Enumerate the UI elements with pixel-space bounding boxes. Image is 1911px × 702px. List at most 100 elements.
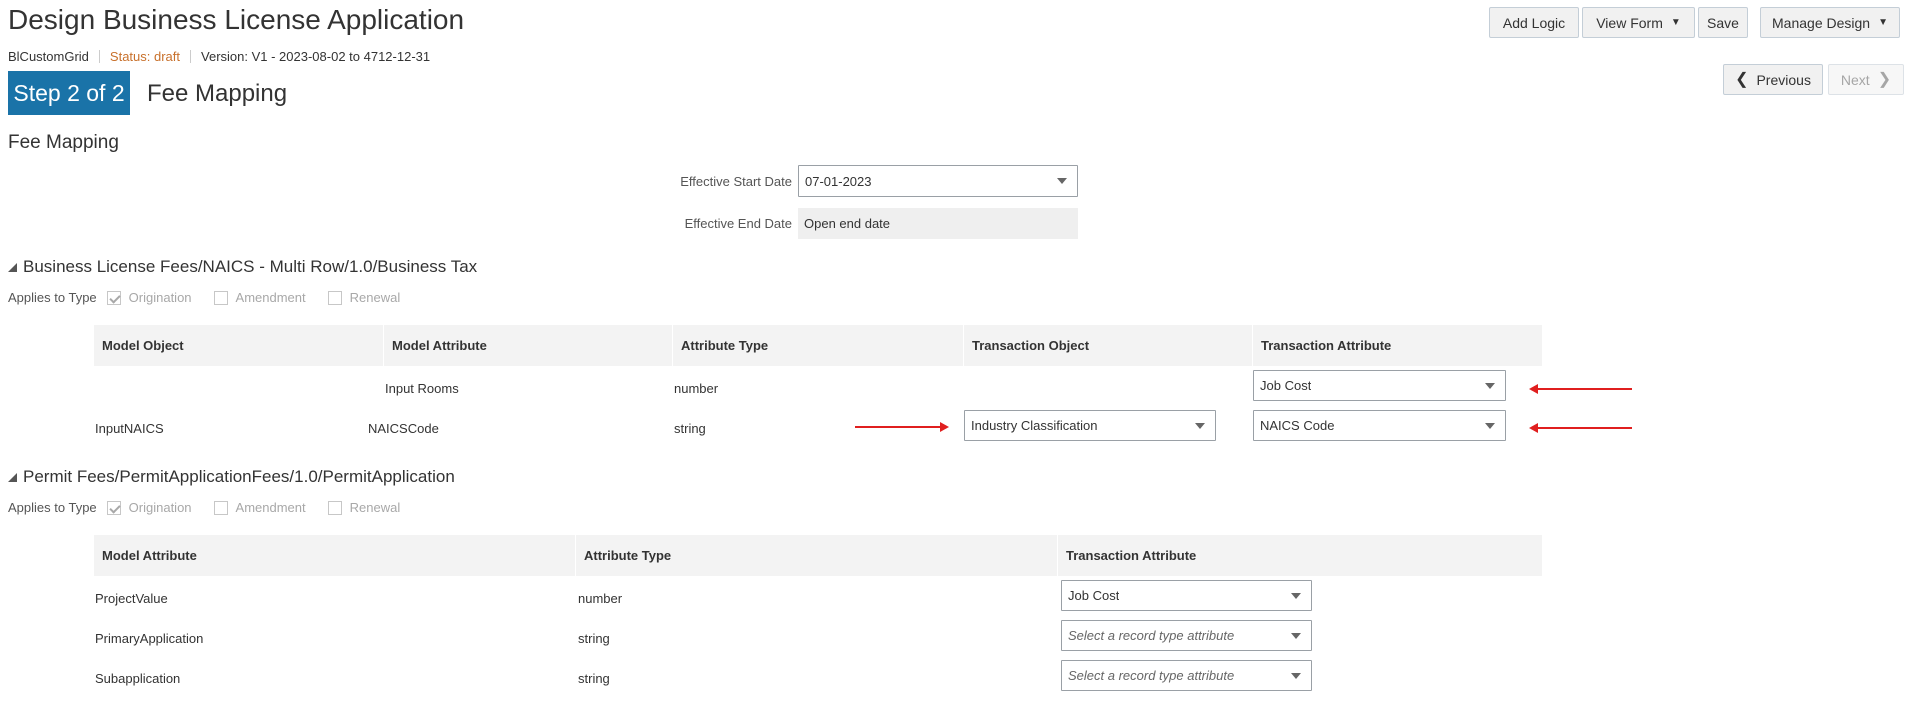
collapse-triangle-icon[interactable] bbox=[8, 472, 17, 482]
caret-down-icon bbox=[1291, 593, 1301, 599]
checkbox-icon bbox=[213, 290, 228, 305]
checkbox-checked-icon bbox=[106, 290, 121, 305]
applies-to-type-label: Applies to Type bbox=[8, 500, 97, 515]
save-button[interactable]: Save bbox=[1698, 7, 1748, 38]
transaction-attribute-select[interactable]: Select a record type attribute bbox=[1061, 620, 1312, 651]
checkbox-label: Renewal bbox=[349, 290, 401, 305]
view-form-label: View Form bbox=[1596, 14, 1663, 31]
checkbox-icon bbox=[213, 500, 228, 515]
checkbox-checked-icon bbox=[106, 500, 121, 515]
save-label: Save bbox=[1707, 14, 1739, 31]
step-indicator: Step 2 of 2 bbox=[8, 71, 130, 115]
page-meta: BlCustomGrid Status: draft Version: V1 -… bbox=[8, 49, 430, 64]
attribute-type-cell: number bbox=[674, 381, 719, 396]
group-heading-permit-fees[interactable]: Permit Fees/PermitApplicationFees/1.0/Pe… bbox=[8, 467, 455, 487]
transaction-attribute-select[interactable]: Job Cost bbox=[1253, 370, 1506, 401]
grid-name: BlCustomGrid bbox=[8, 49, 89, 64]
transaction-attribute-select[interactable]: NAICS Code bbox=[1253, 410, 1506, 441]
checkbox-label: Renewal bbox=[349, 500, 401, 515]
checkbox-label: Amendment bbox=[235, 500, 306, 515]
renewal-checkbox[interactable]: Renewal bbox=[327, 500, 401, 515]
caret-down-icon: ▼ bbox=[1670, 17, 1681, 28]
caret-down-icon bbox=[1057, 178, 1067, 184]
model-attribute-cell: Input Rooms bbox=[385, 381, 459, 396]
column-header: Attribute Type bbox=[673, 325, 964, 366]
table-header-group2: Model Attribute Attribute Type Transacti… bbox=[94, 535, 1543, 576]
effective-start-date-label: Effective Start Date bbox=[680, 174, 792, 189]
model-attribute-cell: Subapplication bbox=[95, 671, 181, 686]
table-header-group1: Model Object Model Attribute Attribute T… bbox=[94, 325, 1543, 366]
effective-start-date-select[interactable]: 07-01-2023 bbox=[798, 165, 1078, 197]
version-info: Version: V1 - 2023-08-02 to 4712-12-31 bbox=[201, 49, 431, 64]
chevron-left-icon: ❮ bbox=[1735, 70, 1749, 88]
caret-down-icon: ▼ bbox=[1878, 17, 1888, 28]
transaction-attribute-select[interactable]: Select a record type attribute bbox=[1061, 660, 1312, 691]
select-placeholder: Select a record type attribute bbox=[1068, 628, 1235, 643]
add-logic-button[interactable]: Add Logic bbox=[1489, 7, 1579, 38]
next-label: Next bbox=[1840, 71, 1870, 88]
meta-divider bbox=[98, 50, 100, 63]
manage-design-label: Manage Design bbox=[1772, 14, 1871, 31]
select-value: NAICS Code bbox=[1260, 418, 1335, 433]
chevron-right-icon: ❯ bbox=[1877, 70, 1892, 88]
applies-to-type-label: Applies to Type bbox=[8, 290, 97, 305]
caret-down-icon bbox=[1291, 633, 1301, 639]
group-heading-label: Business License Fees/NAICS - Multi Row/… bbox=[23, 257, 478, 276]
applies-to-type-group1: Applies to Type Origination Amendment Re… bbox=[8, 290, 422, 305]
attribute-type-cell: number bbox=[578, 591, 623, 606]
checkbox-label: Amendment bbox=[235, 290, 306, 305]
column-header: Attribute Type bbox=[576, 535, 1058, 576]
page-title: Design Business License Application bbox=[8, 4, 465, 35]
transaction-attribute-select[interactable]: Job Cost bbox=[1061, 580, 1312, 611]
column-header: Model Attribute bbox=[94, 535, 576, 576]
model-attribute-cell: ProjectValue bbox=[95, 591, 168, 606]
group-heading-label: Permit Fees/PermitApplicationFees/1.0/Pe… bbox=[23, 467, 455, 486]
group-heading-business-license[interactable]: Business License Fees/NAICS - Multi Row/… bbox=[8, 257, 477, 277]
origination-checkbox[interactable]: Origination bbox=[106, 290, 192, 305]
column-header: Transaction Attribute bbox=[1058, 535, 1543, 576]
amendment-checkbox[interactable]: Amendment bbox=[213, 500, 306, 515]
select-placeholder: Select a record type attribute bbox=[1068, 668, 1235, 683]
column-header: Transaction Object bbox=[964, 325, 1253, 366]
caret-down-icon bbox=[1485, 423, 1495, 429]
transaction-object-select[interactable]: Industry Classification bbox=[964, 410, 1216, 441]
checkbox-label: Origination bbox=[128, 500, 192, 515]
checkbox-icon bbox=[327, 290, 342, 305]
attribute-type-cell: string bbox=[578, 671, 610, 686]
add-logic-label: Add Logic bbox=[1502, 14, 1566, 31]
renewal-checkbox[interactable]: Renewal bbox=[327, 290, 401, 305]
column-header: Model Attribute bbox=[384, 325, 673, 366]
meta-divider bbox=[190, 50, 192, 63]
caret-down-icon bbox=[1291, 673, 1301, 679]
column-header: Model Object bbox=[94, 325, 384, 366]
attribute-type-cell: string bbox=[578, 631, 610, 646]
select-value: Industry Classification bbox=[971, 418, 1098, 433]
model-attribute-cell: NAICSCode bbox=[368, 421, 439, 436]
annotation-arrow-icon bbox=[855, 422, 949, 432]
effective-end-date-label: Effective End Date bbox=[684, 216, 792, 231]
collapse-triangle-icon[interactable] bbox=[8, 262, 17, 272]
amendment-checkbox[interactable]: Amendment bbox=[213, 290, 306, 305]
model-object-cell: InputNAICS bbox=[95, 421, 164, 436]
annotation-arrow-icon bbox=[1529, 423, 1632, 433]
status-badge: Status: draft bbox=[109, 49, 181, 64]
effective-start-date-value: 07-01-2023 bbox=[805, 173, 872, 189]
checkbox-icon bbox=[327, 500, 342, 515]
caret-down-icon bbox=[1195, 423, 1205, 429]
checkbox-label: Origination bbox=[128, 290, 192, 305]
view-form-button[interactable]: View Form ▼ bbox=[1582, 7, 1695, 38]
effective-end-date-field: Open end date bbox=[798, 208, 1078, 239]
origination-checkbox[interactable]: Origination bbox=[106, 500, 192, 515]
annotation-arrow-icon bbox=[1529, 384, 1632, 394]
column-header: Transaction Attribute bbox=[1253, 325, 1543, 366]
previous-button[interactable]: ❮ Previous bbox=[1723, 64, 1823, 95]
attribute-type-cell: string bbox=[674, 421, 706, 436]
section-heading: Fee Mapping bbox=[8, 132, 119, 153]
caret-down-icon bbox=[1485, 383, 1495, 389]
next-button[interactable]: Next ❯ bbox=[1828, 64, 1904, 95]
applies-to-type-group2: Applies to Type Origination Amendment Re… bbox=[8, 500, 422, 515]
manage-design-button[interactable]: Manage Design ▼ bbox=[1760, 7, 1900, 38]
model-attribute-cell: PrimaryApplication bbox=[95, 631, 204, 646]
select-value: Job Cost bbox=[1260, 378, 1312, 393]
select-value: Job Cost bbox=[1068, 588, 1120, 603]
